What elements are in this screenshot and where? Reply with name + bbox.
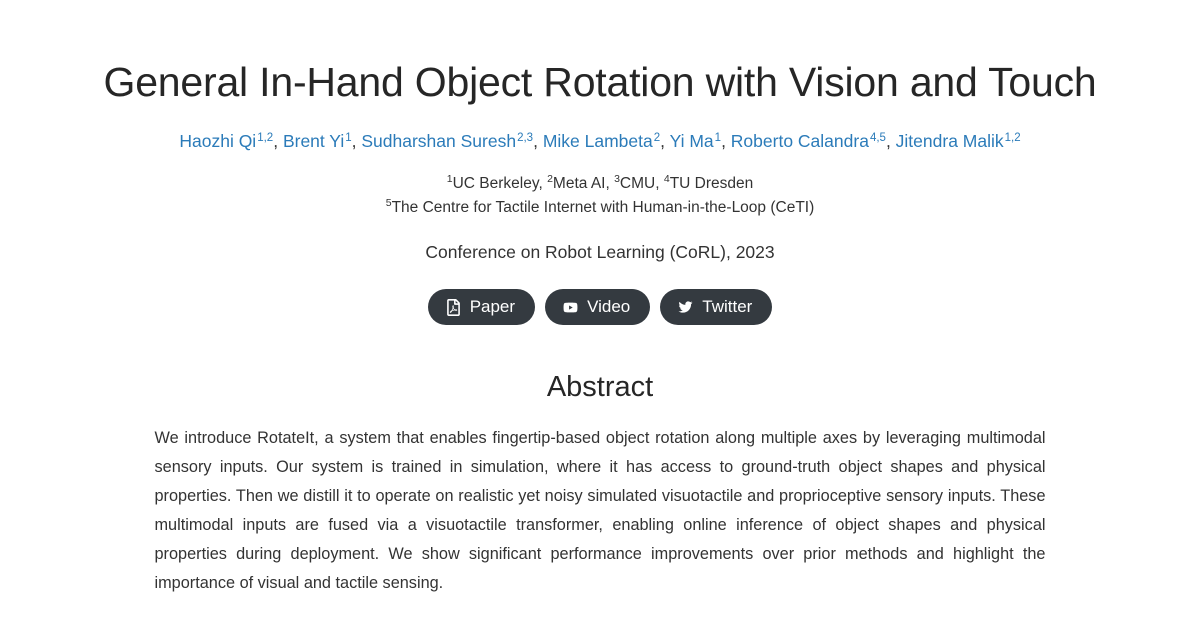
author-name: Roberto Calandra [730, 131, 869, 152]
affiliation-name: UC Berkeley, [452, 175, 548, 192]
author-separator: , [721, 131, 731, 152]
affiliation-list: 1UC Berkeley, 2Meta AI, 3CMU, 4TU Dresde… [0, 172, 1200, 220]
project-page: General In-Hand Object Rotation with Vis… [0, 0, 1200, 630]
author-separator: , [533, 131, 543, 152]
twitter-button-label: Twitter [702, 297, 753, 317]
author-link[interactable]: Mike Lambeta2 [543, 131, 660, 151]
paper-button[interactable]: Paper [427, 289, 536, 326]
author-separator: , [273, 131, 283, 152]
author-separator: , [885, 131, 896, 152]
author-link[interactable]: Brent Yi1 [283, 131, 352, 151]
link-button-row: Paper Video Twitter [0, 289, 1200, 326]
affiliation-name: TU Dresden [669, 175, 754, 192]
author-name: Yi Ma [669, 131, 714, 152]
author-name: Brent Yi [282, 131, 345, 152]
author-affiliation-superscript: 4,5 [869, 131, 886, 144]
affiliation-name: Meta AI, [552, 175, 615, 192]
video-button-label: Video [587, 297, 631, 317]
twitter-button[interactable]: Twitter [660, 289, 773, 326]
author-list: Haozhi Qi1,2, Brent Yi1, Sudharshan Sure… [0, 130, 1200, 154]
page-title: General In-Hand Object Rotation with Vis… [103, 59, 1097, 105]
author-name: Jitendra Malik [895, 131, 1004, 152]
paper-button-label: Paper [469, 297, 516, 317]
author-link[interactable]: Yi Ma1 [670, 131, 722, 151]
affiliation-line-1: 1UC Berkeley, 2Meta AI, 3CMU, 4TU Dresde… [0, 172, 1200, 196]
author-affiliation-superscript: 2,3 [517, 131, 534, 144]
affiliation-line-2: 5The Centre for Tactile Internet with Hu… [0, 196, 1200, 220]
file-pdf-icon [445, 298, 462, 316]
abstract-text: We introduce RotateIt, a system that ena… [154, 429, 1046, 593]
author-link[interactable]: Jitendra Malik1,2 [896, 131, 1021, 151]
author-name: Mike Lambeta [542, 131, 653, 152]
venue-text: Conference on Robot Learning (CoRL), 202… [425, 242, 775, 263]
author-separator: , [351, 131, 362, 152]
author-name: Haozhi Qi [179, 131, 257, 152]
video-button[interactable]: Video [545, 289, 651, 326]
author-separator: , [660, 131, 670, 152]
author-link[interactable]: Roberto Calandra4,5 [731, 131, 886, 151]
affiliation-name: CMU, [619, 175, 664, 192]
affiliation-name: The Centre for Tactile Internet with Hum… [391, 199, 815, 217]
twitter-bird-icon [677, 299, 694, 316]
author-name: Sudharshan Suresh [361, 131, 517, 152]
author-link[interactable]: Haozhi Qi1,2 [179, 131, 273, 151]
youtube-play-icon [562, 299, 579, 316]
abstract-heading: Abstract [546, 371, 654, 404]
author-link[interactable]: Sudharshan Suresh2,3 [361, 131, 533, 151]
author-affiliation-superscript: 1,2 [257, 131, 274, 144]
author-affiliation-superscript: 1,2 [1004, 131, 1021, 144]
